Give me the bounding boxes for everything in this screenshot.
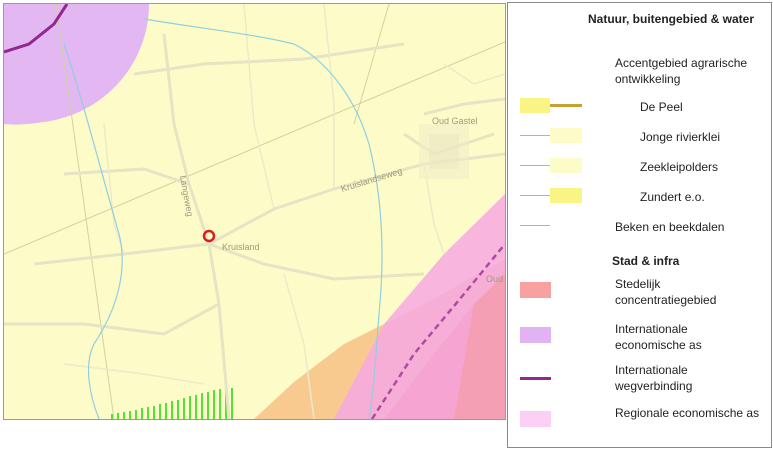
legend-label: Internationale wegverbinding [615, 363, 693, 393]
legend-section-title: Stad & infra [612, 254, 680, 268]
legend-label: Jonge rivierklei [640, 130, 721, 144]
legend-swatch-line [550, 104, 582, 107]
label-oud: Oud [486, 274, 503, 284]
legend-label: De Peel [640, 100, 683, 114]
urban-texture-oud-gastel [419, 124, 469, 179]
legend-label: Stedelijk concentratiegebied [615, 277, 717, 307]
legend-swatch-fill [520, 282, 551, 298]
label-kruisland: Kruisland [222, 242, 260, 252]
legend-label: Regionale economische as [615, 406, 760, 420]
legend-swatch-fill [520, 411, 551, 427]
legend-swatch-fill [520, 327, 551, 343]
legend-label: Zeekleipolders [640, 160, 719, 174]
legend-swatch-line [520, 135, 550, 136]
map-canvas: Oud Gastel Kruisland Oud Langeweg Kruisl… [4, 4, 505, 419]
legend-label: Beken en beekdalen [615, 220, 725, 234]
legend-label: Accentgebied agrarische ontwikkeling [615, 56, 748, 86]
legend-swatch-line [520, 225, 550, 226]
legend-swatch-fill [520, 98, 550, 113]
legend-label: Zundert e.o. [640, 190, 705, 204]
legend-swatch-fill [550, 158, 582, 173]
legend-label: Internationale economische as [615, 322, 702, 352]
legend-swatch-line [520, 195, 550, 196]
map-view[interactable]: Oud Gastel Kruisland Oud Langeweg Kruisl… [3, 3, 506, 420]
map-legend: Natuur, buitengebied & water Accentgebie… [507, 2, 772, 448]
legend-swatch-fill [550, 188, 582, 203]
legend-swatch-fill [550, 128, 582, 143]
legend-swatch-line [520, 377, 551, 380]
legend-swatch-line [520, 165, 550, 166]
legend-section-title: Natuur, buitengebied & water [588, 12, 755, 26]
label-oud-gastel: Oud Gastel [432, 116, 478, 126]
